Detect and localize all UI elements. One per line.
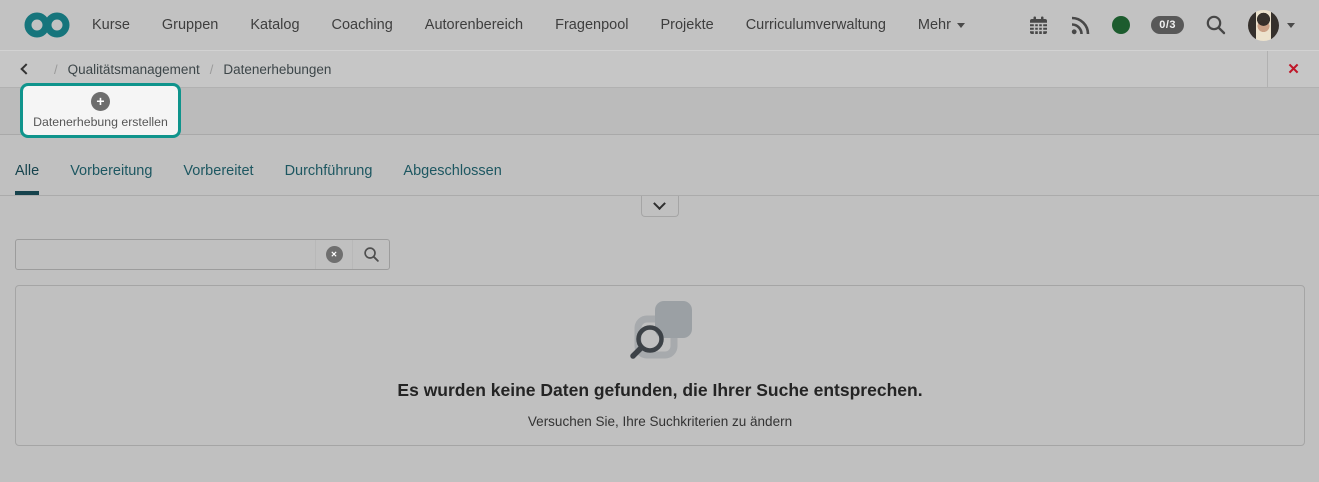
plus-icon: +: [91, 92, 110, 111]
breadcrumb-separator: /: [209, 61, 214, 77]
clear-search-button[interactable]: ✕: [315, 240, 352, 269]
tab-vorbereitet[interactable]: Vorbereitet: [183, 163, 253, 195]
close-icon: ✕: [1287, 61, 1300, 78]
openolat-logo-icon[interactable]: [24, 12, 70, 38]
nav-item-katalog[interactable]: Katalog: [250, 17, 299, 33]
breadcrumb-separator: /: [54, 61, 58, 77]
close-tab-button[interactable]: ✕: [1267, 50, 1319, 88]
avatar: [1248, 9, 1279, 41]
navbar-right-tools: 0/3: [1028, 9, 1295, 41]
nav-item-autorenbereich[interactable]: Autorenbereich: [425, 17, 523, 33]
clear-icon: ✕: [325, 246, 343, 263]
nav-item-mehr-label: Mehr: [917, 17, 951, 33]
tab-alle[interactable]: Alle: [15, 163, 40, 195]
create-button-label: Datenerhebung erstellen: [33, 115, 168, 129]
nav-item-gruppen[interactable]: Gruppen: [162, 17, 218, 33]
breadcrumb-item-datenerhebungen[interactable]: Datenerhebungen: [223, 62, 331, 77]
tab-vorbereitung[interactable]: Vorbereitung: [70, 163, 152, 195]
online-status-icon[interactable]: [1112, 16, 1131, 34]
top-navbar: Kurse Gruppen Katalog Coaching Autorenbe…: [0, 0, 1319, 51]
nav-item-mehr[interactable]: Mehr: [918, 17, 965, 33]
search-input[interactable]: [16, 240, 315, 269]
tab-durchfuehrung[interactable]: Durchführung: [285, 163, 373, 195]
tab-abgeschlossen[interactable]: Abgeschlossen: [403, 163, 501, 195]
nav-item-fragenpool[interactable]: Fragenpool: [555, 17, 628, 33]
nav-item-coaching[interactable]: Coaching: [332, 17, 393, 33]
search-row: ✕: [15, 239, 1319, 270]
nav-item-projekte[interactable]: Projekte: [660, 17, 713, 33]
session-count-badge[interactable]: 0/3: [1151, 16, 1184, 34]
user-menu[interactable]: [1248, 9, 1295, 41]
filter-collapse-toggle[interactable]: [640, 196, 679, 217]
no-results-search-icon: [630, 301, 692, 359]
status-filter-tabs: Alle Vorbereitung Vorbereitet Durchführu…: [0, 163, 1319, 196]
nav-item-kurse[interactable]: Kurse: [92, 17, 130, 33]
results-empty-state-panel: Es wurden keine Daten gefunden, die Ihre…: [15, 285, 1305, 446]
nav-item-curriculumverwaltung[interactable]: Curriculumverwaltung: [746, 17, 886, 33]
search-box: ✕: [15, 239, 390, 270]
toolbar-band: + Datenerhebung erstellen: [0, 83, 1319, 138]
infinity-icon: [24, 12, 70, 38]
back-chevron-icon[interactable]: [20, 63, 32, 75]
submit-search-button[interactable]: [352, 240, 389, 269]
calendar-icon[interactable]: [1028, 15, 1049, 36]
chevron-down-icon: [1287, 22, 1295, 28]
chevron-down-icon: [956, 22, 965, 28]
breadcrumb: / Qualitätsmanagement / Datenerhebungen …: [0, 50, 1319, 88]
empty-state-subtitle: Versuchen Sie, Ihre Suchkriterien zu änd…: [527, 414, 793, 429]
breadcrumb-item-qualitaetsmanagement[interactable]: Qualitätsmanagement: [68, 62, 200, 77]
search-icon: [363, 247, 379, 262]
create-datenerhebung-button[interactable]: + Datenerhebung erstellen: [20, 83, 181, 138]
rss-feed-icon[interactable]: [1070, 15, 1091, 36]
main-navigation: Kurse Gruppen Katalog Coaching Autorenbe…: [92, 17, 965, 33]
search-icon[interactable]: [1205, 14, 1227, 36]
chevron-down-icon: [653, 196, 666, 210]
empty-state-title: Es wurden keine Daten gefunden, die Ihre…: [397, 380, 923, 400]
